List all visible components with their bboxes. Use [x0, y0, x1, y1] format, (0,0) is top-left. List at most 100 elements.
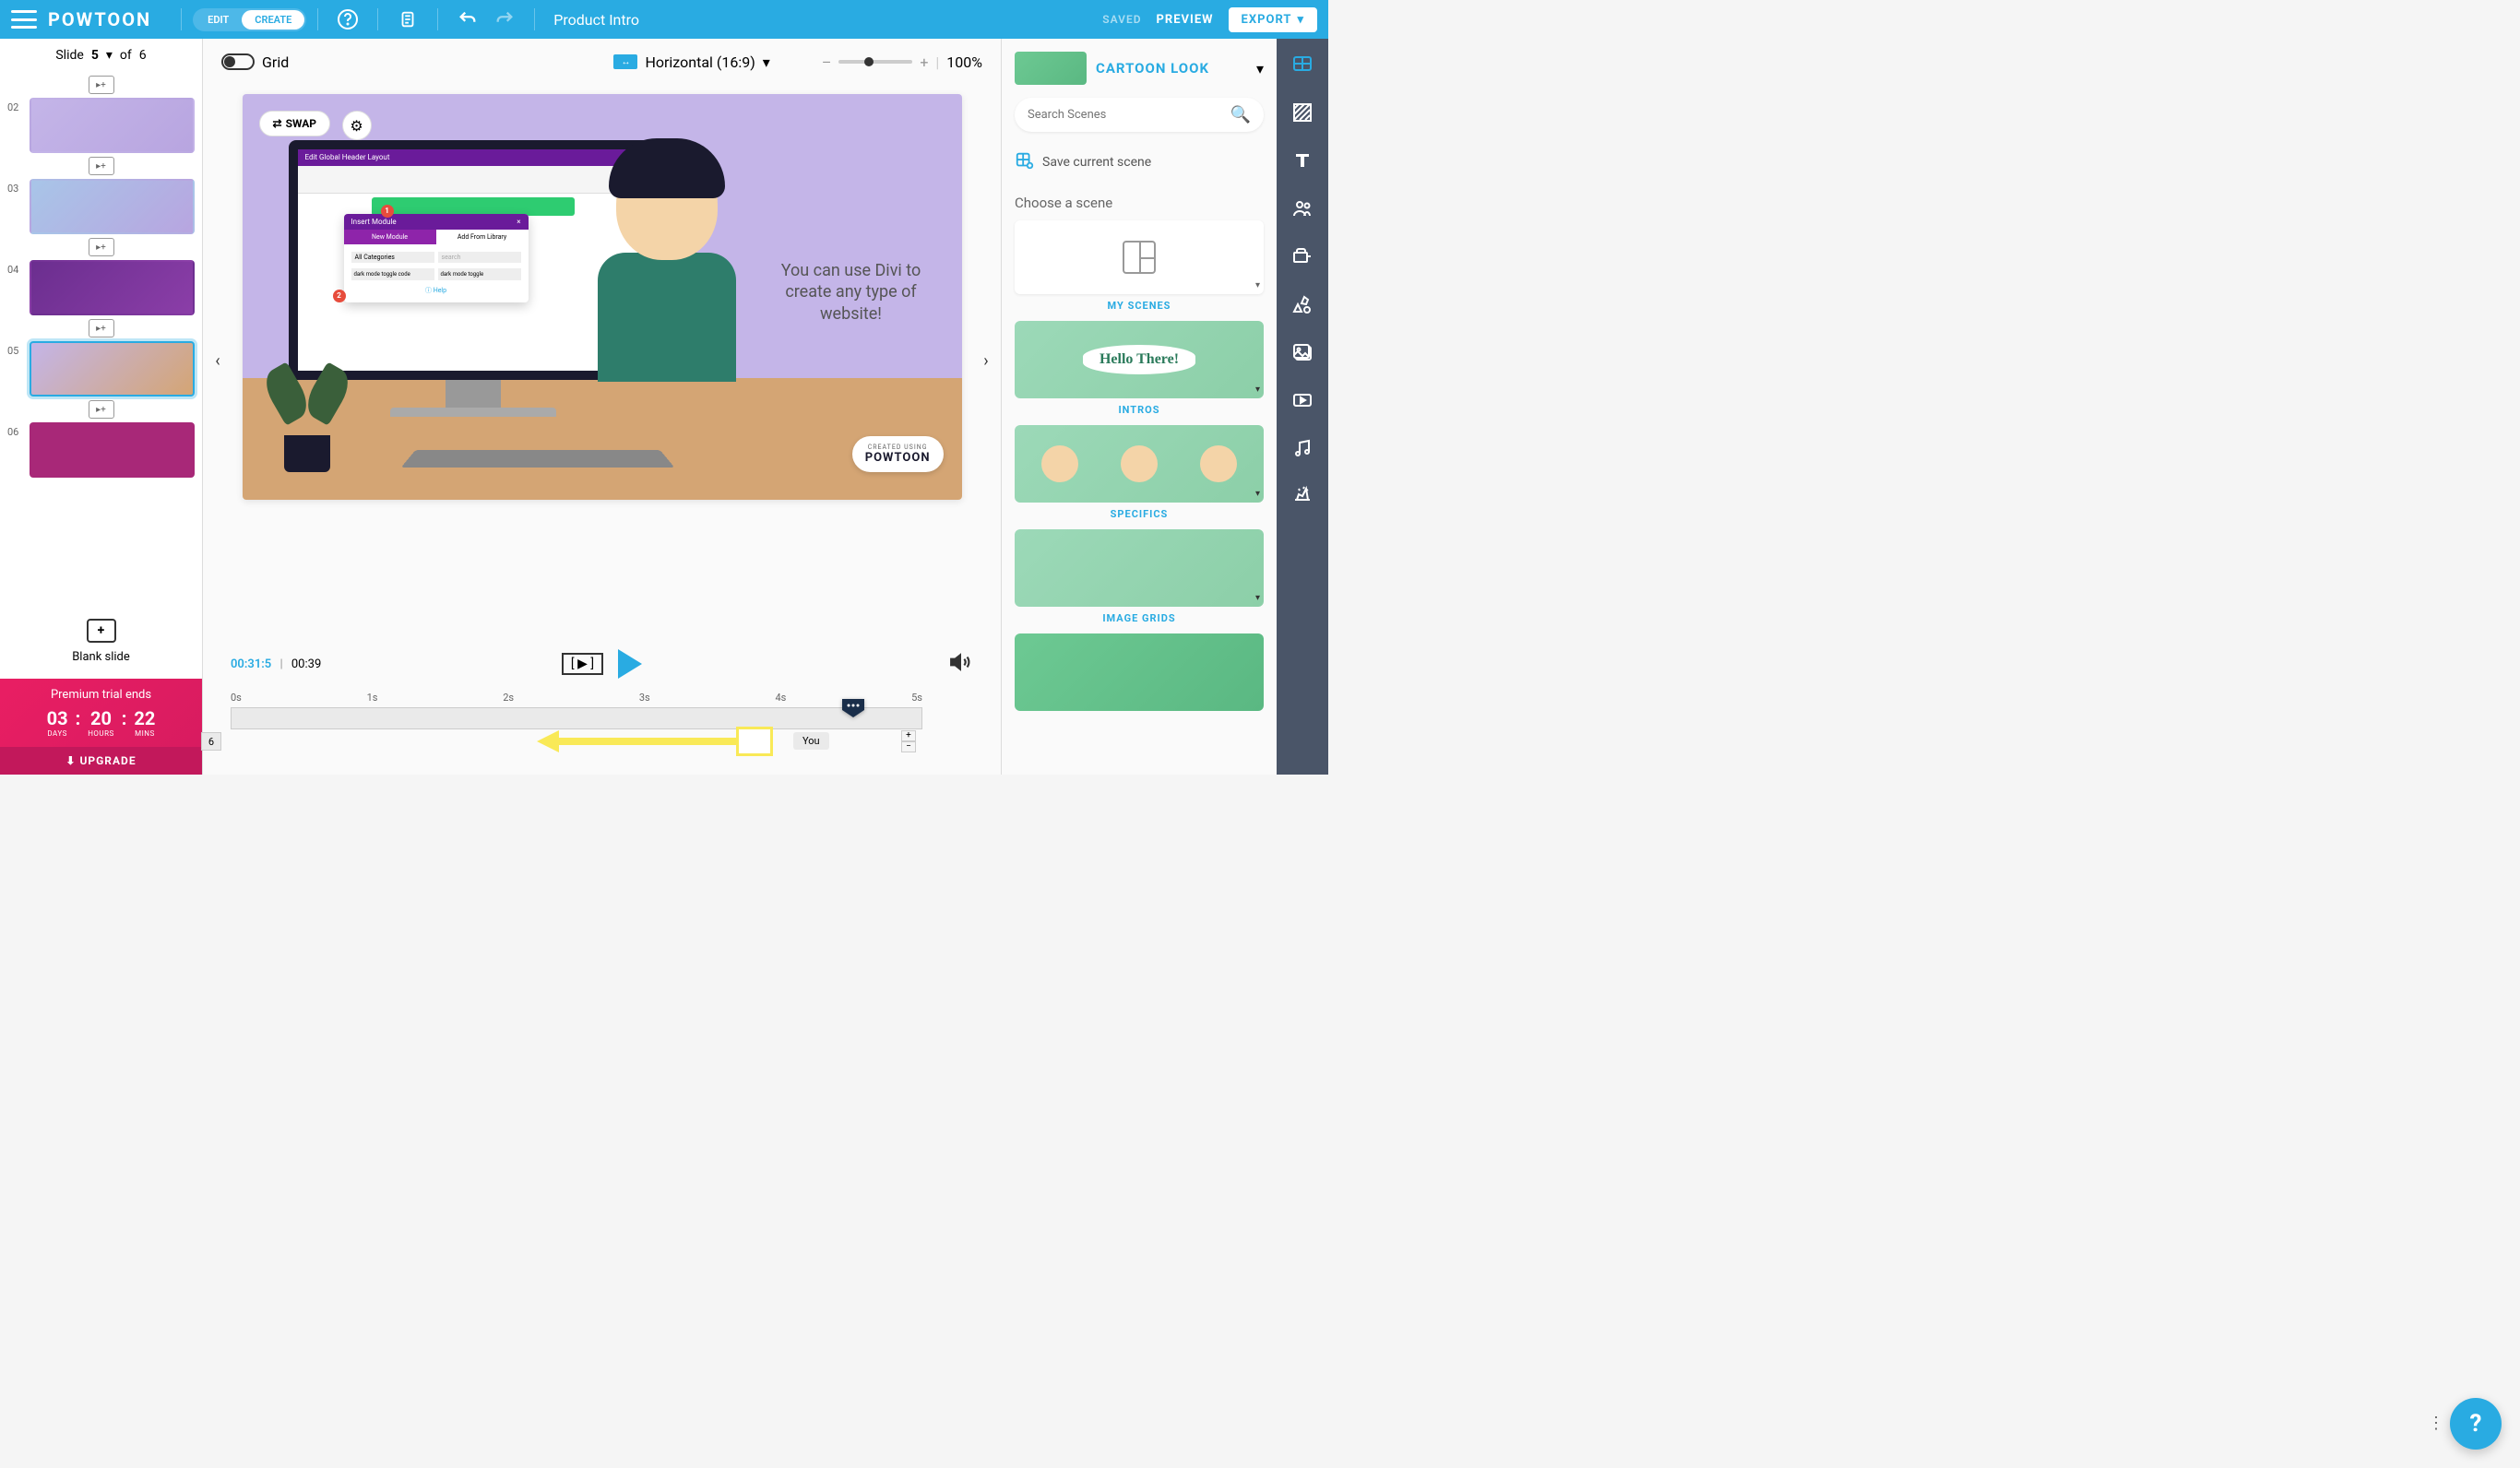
canvas-wrap: ‹ › ⇄ SWAP ⚙ Edit Global Header Layout	[203, 85, 1001, 636]
prev-slide-button[interactable]: ‹	[207, 342, 229, 379]
timeline-track[interactable]: + −	[231, 707, 922, 729]
mins-label: MINS	[134, 729, 155, 738]
scene-panel: CARTOON LOOK ▾ 🔍 Save current scene Choo…	[1002, 39, 1277, 775]
timeline-minus-button[interactable]: −	[901, 741, 916, 752]
help-fab-button[interactable]: ?	[2450, 1398, 2502, 1450]
slide-item: 04	[7, 260, 195, 315]
redo-icon[interactable]	[493, 8, 516, 30]
timeline-mark: 2s	[503, 692, 514, 704]
canvas-text[interactable]: You can use Divi to create any type of w…	[768, 260, 934, 325]
chevron-down-icon[interactable]: ▾	[106, 48, 113, 63]
aspect-icon: ↔	[613, 54, 637, 69]
props-tool-icon[interactable]	[1290, 243, 1315, 269]
shapes-tool-icon[interactable]	[1290, 291, 1315, 317]
more-options-icon[interactable]: ⋮	[2428, 1414, 2443, 1433]
category-label: INTROS	[1015, 404, 1264, 416]
character[interactable]	[556, 149, 778, 463]
clipboard-icon[interactable]	[397, 8, 419, 30]
slide-thumbnail[interactable]	[30, 341, 195, 397]
slide-number: 04	[7, 260, 30, 276]
gear-button[interactable]: ⚙	[342, 111, 372, 140]
timeline-cursor[interactable]	[840, 697, 866, 723]
timeline-plus-button[interactable]: +	[901, 730, 916, 741]
scenes-tool-icon[interactable]	[1290, 52, 1315, 77]
scene-category-grids[interactable]: ▾	[1015, 529, 1264, 607]
upgrade-button[interactable]: ⬇ UPGRADE	[0, 747, 202, 775]
modal-item: dark mode toggle code	[351, 268, 434, 280]
slide-total: 6	[139, 48, 147, 63]
blank-slide-button[interactable]: +	[87, 619, 116, 643]
play-all-button[interactable]: [ ▶ ]	[562, 653, 603, 675]
text-tool-icon[interactable]	[1290, 148, 1315, 173]
canvas[interactable]: ⇄ SWAP ⚙ Edit Global Header Layout Inser…	[243, 94, 962, 500]
edit-mode-button[interactable]: EDIT	[195, 10, 242, 30]
help-icon[interactable]	[337, 8, 359, 30]
add-slide-button[interactable]: ▸+	[89, 157, 114, 175]
aspect-selector[interactable]: ↔ Horizontal (16:9) ▾	[613, 53, 769, 71]
export-label: EXPORT	[1242, 13, 1292, 27]
save-scene-label: Save current scene	[1042, 155, 1151, 170]
grid-switch[interactable]	[221, 53, 255, 70]
current-time: 00:31:5	[231, 657, 271, 671]
sound-tool-icon[interactable]	[1290, 435, 1315, 461]
specials-tool-icon[interactable]	[1290, 483, 1315, 509]
create-mode-button[interactable]: CREATE	[242, 10, 304, 30]
timeline-mark: 0s	[231, 692, 242, 704]
images-tool-icon[interactable]	[1290, 339, 1315, 365]
timeline-six[interactable]: 6	[201, 732, 221, 751]
slide-thumbnail[interactable]	[30, 422, 195, 478]
premium-box: Premium trial ends 03DAYS : 20HOURS : 22…	[0, 679, 202, 747]
scene-category-specifics[interactable]: ▾	[1015, 425, 1264, 503]
modal-tab: Add From Library	[436, 230, 529, 244]
divider	[377, 8, 378, 30]
export-button[interactable]: EXPORT ▾	[1229, 7, 1317, 32]
search-input[interactable]	[1028, 108, 1230, 122]
swap-button[interactable]: ⇄ SWAP	[259, 111, 331, 136]
characters-tool-icon[interactable]	[1290, 195, 1315, 221]
timeline-you[interactable]: You	[793, 732, 829, 750]
premium-title: Premium trial ends	[9, 688, 193, 702]
canvas-area: Grid ↔ Horizontal (16:9) ▾ – + | 100% ‹ …	[203, 39, 1001, 775]
modal-title: Insert Module	[351, 218, 397, 226]
slide-thumbnail[interactable]	[30, 98, 195, 153]
powtoon-badge: CREATED USING POWTOON	[852, 436, 944, 472]
project-title[interactable]: Product Intro	[553, 11, 639, 29]
next-slide-button[interactable]: ›	[975, 342, 997, 379]
logo: POWTOON	[48, 8, 151, 30]
slide-thumbnail[interactable]	[30, 260, 195, 315]
menu-icon[interactable]	[11, 10, 37, 29]
videos-tool-icon[interactable]	[1290, 387, 1315, 413]
play-button[interactable]	[618, 649, 642, 679]
zoom-slider[interactable]	[838, 60, 912, 64]
category-label: IMAGE GRIDS	[1015, 612, 1264, 624]
slide-thumbnail[interactable]	[30, 179, 195, 234]
blank-slide: + Blank slide	[0, 604, 202, 679]
search-icon[interactable]: 🔍	[1230, 105, 1251, 124]
slide-current[interactable]: 5	[91, 48, 99, 63]
scene-category-more[interactable]	[1015, 633, 1264, 711]
scene-category[interactable]: ▾	[1015, 220, 1264, 294]
zoom-in-button[interactable]: +	[920, 53, 928, 71]
audio-icon[interactable]	[949, 650, 973, 678]
modal-category: All Categories	[351, 252, 434, 263]
save-scene-button[interactable]: Save current scene	[1015, 143, 1264, 182]
preview-button[interactable]: PREVIEW	[1157, 13, 1214, 27]
timeline-mark: 4s	[776, 692, 787, 704]
zoom-out-button[interactable]: –	[822, 53, 832, 71]
background-tool-icon[interactable]	[1290, 100, 1315, 125]
timeline-arrow	[553, 732, 738, 751]
add-slide-button[interactable]: ▸+	[89, 76, 114, 94]
chevron-down-icon[interactable]: ▾	[1256, 60, 1264, 77]
divider	[534, 8, 535, 30]
timeline-object[interactable]	[736, 727, 773, 756]
chevron-down-icon: ▾	[1255, 385, 1260, 395]
timeline-mark: 1s	[367, 692, 378, 704]
add-slide-button[interactable]: ▸+	[89, 400, 114, 419]
look-thumbnail[interactable]	[1015, 52, 1087, 85]
add-slide-button[interactable]: ▸+	[89, 319, 114, 337]
add-slide-button[interactable]: ▸+	[89, 238, 114, 256]
slide-number: 03	[7, 179, 30, 195]
undo-icon[interactable]	[457, 8, 479, 30]
close-icon: ×	[517, 218, 520, 226]
scene-category-intros[interactable]: Hello There! ▾	[1015, 321, 1264, 398]
